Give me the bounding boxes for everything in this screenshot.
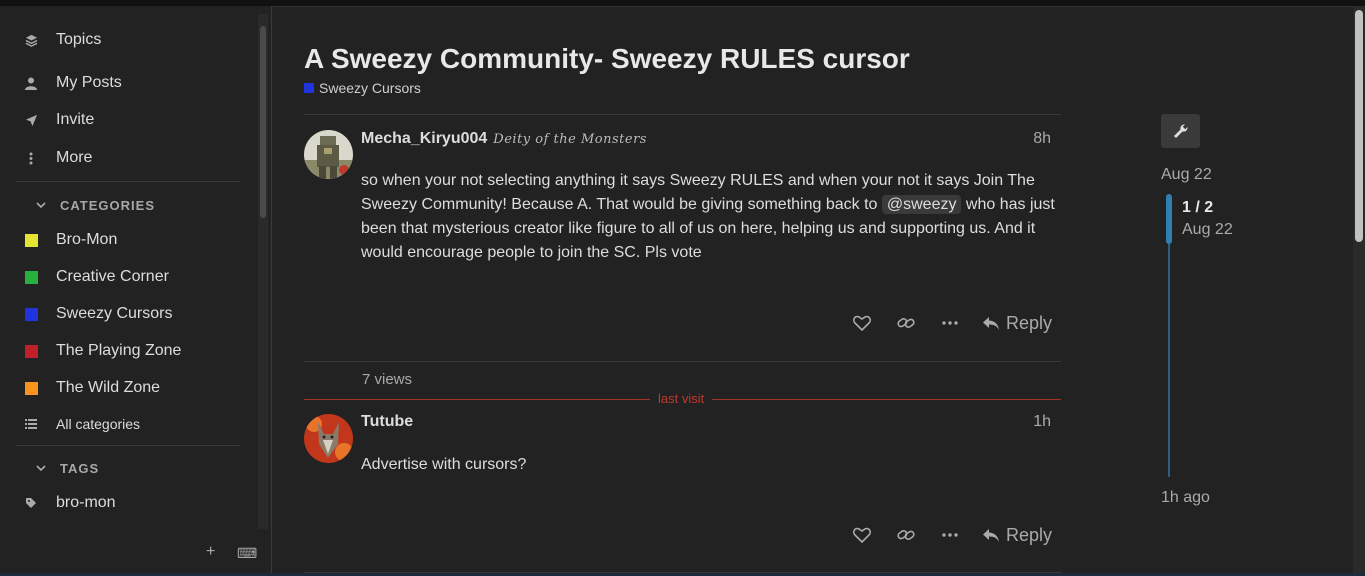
post-actions: Reply bbox=[840, 520, 1052, 550]
reply-icon bbox=[983, 316, 999, 330]
sidebar-item-label: Bro-Mon bbox=[56, 231, 118, 248]
chevron-down-icon bbox=[36, 463, 46, 475]
sidebar-category-the-wild-zone[interactable]: The Wild Zone bbox=[16, 371, 240, 405]
sidebar-item-label: More bbox=[56, 149, 93, 166]
reply-icon bbox=[983, 528, 999, 542]
category-color-badge bbox=[24, 270, 38, 284]
show-more-actions-button[interactable] bbox=[928, 533, 972, 537]
link-icon bbox=[897, 318, 915, 328]
vertical-ellipsis-icon bbox=[6, 152, 56, 165]
last-visit-label: last visit bbox=[650, 391, 713, 406]
heart-icon bbox=[853, 527, 871, 543]
add-section-button[interactable]: + bbox=[206, 543, 215, 561]
keyboard-shortcuts-icon[interactable]: ⌨ bbox=[237, 545, 257, 562]
category-color-badge bbox=[24, 307, 38, 321]
sidebar-item-my-posts[interactable]: My Posts bbox=[16, 66, 240, 100]
sidebar-category-bro-mon[interactable]: Bro-Mon bbox=[16, 223, 240, 257]
sidebar-divider bbox=[16, 181, 240, 182]
post-username[interactable]: Mecha_Kiryu004 Deity of the Monsters bbox=[361, 130, 647, 148]
post-username[interactable]: Tutube bbox=[361, 413, 413, 431]
post-date[interactable]: 1h bbox=[1020, 413, 1051, 431]
sidebar-item-all-categories[interactable]: All categories bbox=[16, 407, 240, 441]
sidebar-item-label: All categories bbox=[56, 416, 141, 432]
paper-plane-icon bbox=[6, 114, 56, 127]
timeline-position: 1 / 2 bbox=[1182, 199, 1214, 216]
sidebar-category-sweezy-cursors[interactable]: Sweezy Cursors bbox=[16, 297, 240, 331]
category-color-badge bbox=[24, 381, 38, 395]
post-date[interactable]: 8h bbox=[1020, 130, 1051, 148]
layers-icon bbox=[6, 34, 56, 47]
sidebar-item-label: bro-mon bbox=[56, 494, 116, 511]
sidebar-item-invite[interactable]: Invite bbox=[16, 103, 240, 137]
sidebar-item-label: Sweezy Cursors bbox=[56, 305, 173, 322]
topic-admin-menu-button[interactable] bbox=[1161, 114, 1200, 148]
sidebar-item-label: The Wild Zone bbox=[56, 379, 161, 396]
post-body: Advertise with cursors? bbox=[361, 453, 1061, 477]
topic-title[interactable]: A Sweezy Community- Sweezy RULES cursor bbox=[304, 43, 910, 75]
category-color-badge bbox=[304, 83, 314, 93]
sidebar-item-label: The Playing Zone bbox=[56, 342, 182, 359]
sidebar-scrollbar-thumb[interactable] bbox=[260, 26, 266, 218]
timeline-end-date[interactable]: 1h ago bbox=[1161, 489, 1210, 507]
post-divider bbox=[304, 114, 1061, 115]
sidebar-item-more[interactable]: More bbox=[16, 141, 240, 175]
timeline-handle[interactable] bbox=[1166, 194, 1172, 244]
category-color-badge bbox=[24, 344, 38, 358]
page-scrollbar-thumb[interactable] bbox=[1355, 10, 1363, 242]
sidebar-item-label: Creative Corner bbox=[56, 268, 169, 285]
ellipsis-icon bbox=[942, 533, 958, 537]
reply-button[interactable]: Reply bbox=[982, 525, 1052, 546]
reply-label: Reply bbox=[1006, 312, 1053, 333]
sidebar-category-the-playing-zone[interactable]: The Playing Zone bbox=[16, 334, 240, 368]
show-more-actions-button[interactable] bbox=[928, 321, 972, 325]
ellipsis-icon bbox=[942, 321, 958, 325]
copy-link-button[interactable] bbox=[884, 315, 928, 331]
sidebar-item-label: Topics bbox=[56, 31, 102, 48]
post-divider bbox=[304, 361, 1061, 362]
tag-icon bbox=[6, 497, 56, 509]
avatar[interactable] bbox=[304, 414, 353, 463]
post-actions: Reply bbox=[840, 308, 1052, 338]
post-body: so when your not selecting anything it s… bbox=[361, 169, 1061, 265]
category-color-badge bbox=[24, 233, 38, 247]
heart-icon bbox=[853, 315, 871, 331]
link-icon bbox=[897, 530, 915, 540]
sidebar-category-creative-corner[interactable]: Creative Corner bbox=[16, 260, 240, 294]
wrench-icon bbox=[1173, 124, 1188, 138]
topic-views-count: 7 views bbox=[362, 371, 413, 388]
reply-label: Reply bbox=[1006, 524, 1053, 545]
tags-header-label: TAGS bbox=[60, 461, 100, 476]
post-username-text: Mecha_Kiryu004 bbox=[361, 130, 488, 147]
sidebar-divider bbox=[16, 445, 240, 446]
chevron-down-icon bbox=[36, 200, 46, 212]
topic-category-label: Sweezy Cursors bbox=[319, 80, 421, 96]
categories-section-header[interactable]: CATEGORIES bbox=[36, 198, 155, 213]
reply-button[interactable]: Reply bbox=[982, 313, 1052, 334]
tags-section-header[interactable]: TAGS bbox=[36, 461, 99, 476]
post-text: Advertise with cursors? bbox=[361, 456, 527, 473]
list-icon bbox=[6, 419, 56, 429]
user-mention-link[interactable]: @sweezy bbox=[881, 195, 962, 214]
sidebar-tag-bro-mon[interactable]: bro-mon bbox=[16, 486, 240, 520]
timeline-start-date[interactable]: Aug 22 bbox=[1161, 166, 1212, 184]
sidebar-item-topics[interactable]: Topics bbox=[16, 23, 240, 57]
avatar[interactable] bbox=[304, 130, 353, 179]
sidebar-item-label: Invite bbox=[56, 111, 95, 128]
user-icon bbox=[6, 77, 56, 90]
categories-header-label: CATEGORIES bbox=[60, 198, 155, 213]
copy-link-button[interactable] bbox=[884, 527, 928, 543]
like-button[interactable] bbox=[840, 527, 884, 543]
post-username-text: Tutube bbox=[361, 413, 414, 430]
topic-category-badge[interactable]: Sweezy Cursors bbox=[304, 80, 421, 96]
user-title: Deity of the Monsters bbox=[493, 132, 647, 147]
like-button[interactable] bbox=[840, 315, 884, 331]
timeline-position-date: Aug 22 bbox=[1182, 221, 1233, 238]
sidebar-item-label: My Posts bbox=[56, 74, 122, 91]
